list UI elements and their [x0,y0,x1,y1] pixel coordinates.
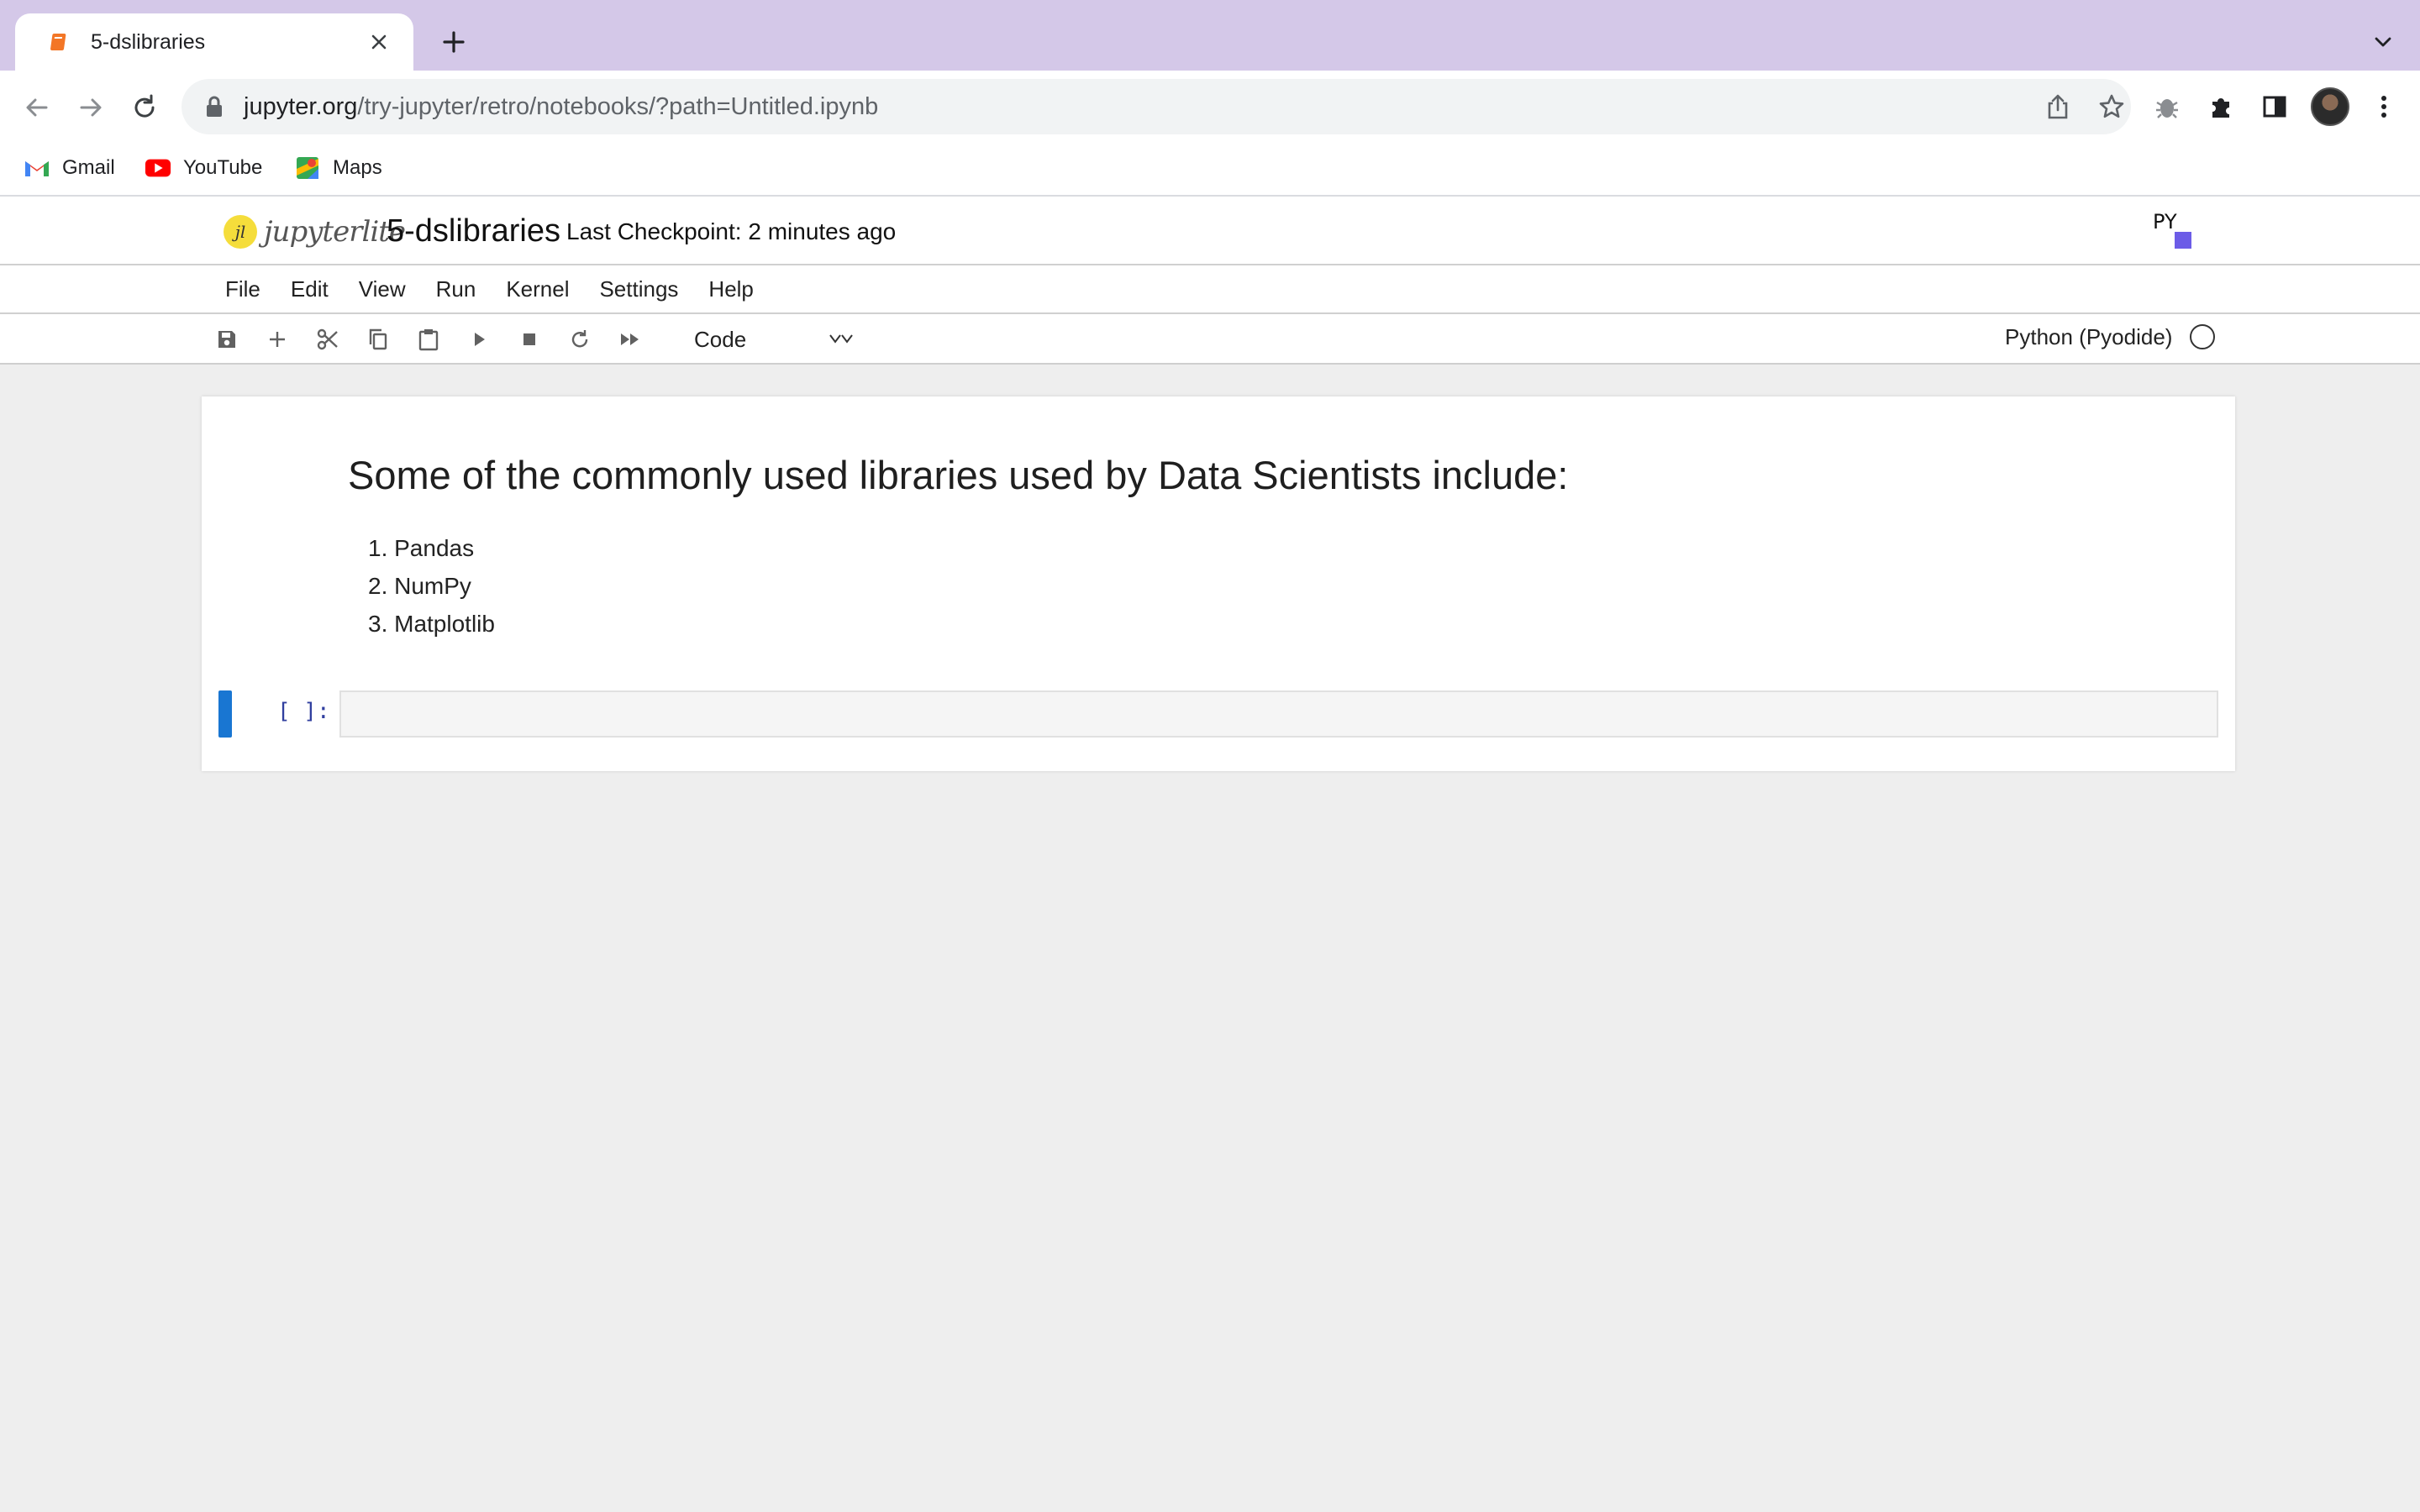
lock-icon[interactable] [202,94,227,119]
save-icon[interactable] [210,323,244,356]
menu-run[interactable]: Run [436,276,476,302]
chevron-down-icon[interactable] [2366,25,2400,59]
notebook-title[interactable]: 5-dslibraries [387,213,560,249]
url-path: /try-jupyter/retro/notebooks/?path=Untit… [357,92,879,120]
menu-settings[interactable]: Settings [599,276,678,302]
bug-extension-icon[interactable] [2148,87,2186,126]
chevron-down-icon [829,327,854,353]
address-bar[interactable]: jupyter.org/try-jupyter/retro/notebooks/… [182,79,2131,134]
list-item: 3. Matplotlib [368,611,495,637]
menu-help[interactable]: Help [708,276,753,302]
jupyterlite-logo-text: jupyterlite [264,215,406,249]
bookmark-label: Maps [333,156,382,179]
bookmark-gmail[interactable]: Gmail [24,151,115,185]
profile-avatar[interactable] [2311,87,2349,126]
jupyterlite-logo[interactable]: jl jupyterlite [224,208,406,255]
add-cell-plus-icon[interactable] [260,323,294,356]
gmail-icon [24,155,50,181]
restart-kernel-icon[interactable] [563,323,597,356]
menu-kernel[interactable]: Kernel [506,276,569,302]
close-icon[interactable] [365,28,393,56]
list-item: 2. NumPy [368,573,471,599]
forward-arrow-icon[interactable] [72,89,109,126]
bookmark-star-icon[interactable] [2094,89,2129,124]
url-host: jupyter.org [244,92,358,120]
cell-type-select[interactable]: Code [694,324,854,354]
menu-edit[interactable]: Edit [291,276,329,302]
bookmark-label: Gmail [62,156,115,179]
browser-tab[interactable]: 5-dslibraries [15,13,413,71]
jupyter-menubar: File Edit View Run Kernel Settings Help [0,265,2420,314]
pyodide-kernel-logo: PY [2151,210,2195,252]
list-item: 1. Pandas [368,535,475,561]
notebook-favicon-icon [47,29,72,55]
bookmark-label: YouTube [183,156,263,179]
kernel-status-idle-icon [2190,324,2215,349]
youtube-icon [145,155,171,181]
extensions-puzzle-icon[interactable] [2202,87,2240,126]
bookmark-youtube[interactable]: YouTube [145,151,262,185]
paste-clipboard-icon[interactable] [412,323,445,356]
menu-file[interactable]: File [225,276,260,302]
stop-square-icon[interactable] [513,323,546,356]
jupyterlite-logo-badge: jl [224,215,257,249]
url-text[interactable]: jupyter.org/try-jupyter/retro/notebooks/… [244,93,878,121]
active-cell-indicator [218,690,232,738]
bookmark-maps[interactable]: Maps [294,151,382,185]
reload-icon[interactable] [126,89,163,126]
input-prompt: [ ]: [277,699,330,724]
restart-run-all-fast-forward-icon[interactable] [613,323,647,356]
back-arrow-icon[interactable] [18,89,55,126]
copy-icon[interactable] [361,323,395,356]
kebab-menu-icon[interactable] [2365,87,2403,126]
kernel-name[interactable]: Python (Pyodide) [2005,324,2172,350]
cut-scissors-icon[interactable] [311,323,345,356]
maps-icon [294,155,321,181]
menu-view[interactable]: View [359,276,406,302]
tab-title: 5-dslibraries [91,29,206,54]
code-cell-input[interactable] [339,690,2218,738]
kernel-logo-text: PY [2153,210,2177,234]
new-tab-plus-icon[interactable] [437,25,471,59]
markdown-heading: Some of the commonly used libraries used… [348,453,1569,497]
last-checkpoint: Last Checkpoint: 2 minutes ago [566,218,897,244]
share-icon[interactable] [2040,89,2075,124]
run-cell-play-icon[interactable] [462,323,496,356]
cell-type-value: Code [694,326,747,352]
markdown-list: 1. Pandas 2. NumPy 3. Matplotlib [368,529,495,643]
side-panel-icon[interactable] [2255,87,2294,126]
